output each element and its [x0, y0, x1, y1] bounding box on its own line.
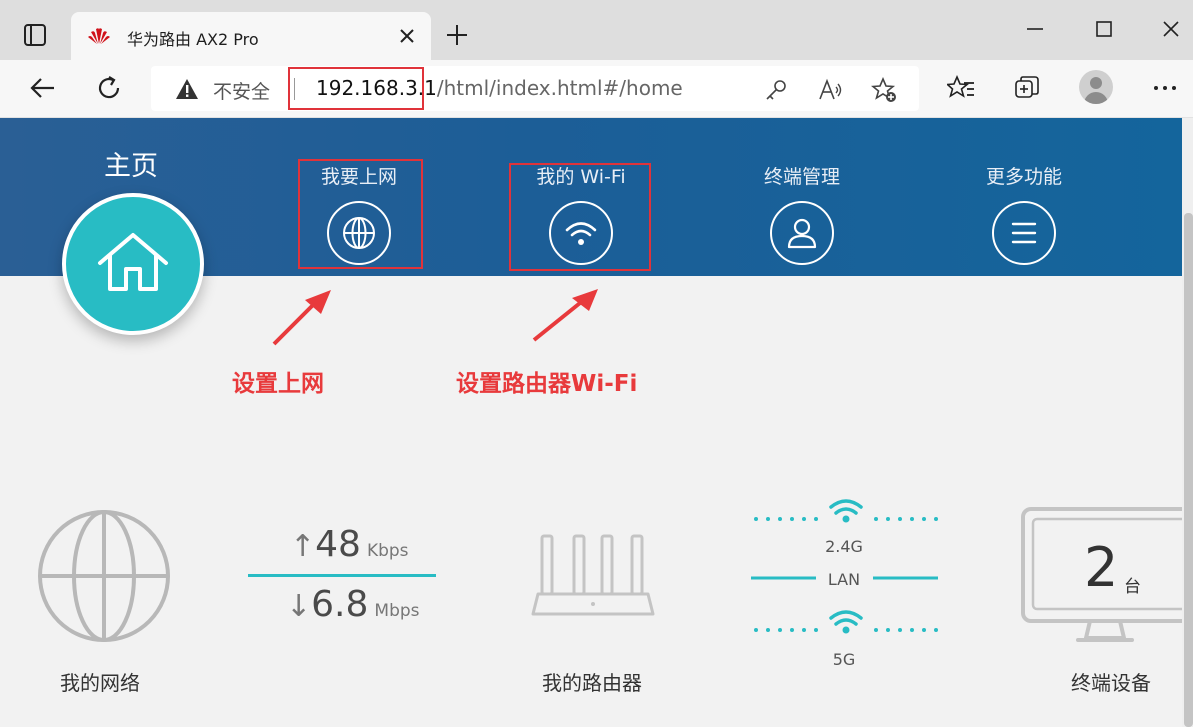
devices-label[interactable]: 终端设备 — [1071, 667, 1151, 696]
download-arrow-icon: ↓ — [286, 589, 312, 624]
band-24g-label: 2.4G — [825, 537, 863, 556]
download-value: 6.8 — [311, 584, 369, 625]
annotation-internet: 设置上网 — [232, 371, 324, 397]
arrow-to-internet — [272, 290, 331, 346]
wifi-24-icon — [829, 499, 863, 515]
my-network-label[interactable]: 我的网络 — [60, 667, 140, 696]
network-globe-icon[interactable] — [35, 509, 175, 645]
device-count: 2 — [1084, 536, 1119, 599]
upload-arrow-icon: ↑ — [290, 529, 316, 564]
band-5g-label: 5G — [832, 650, 856, 669]
arrow-to-wifi — [532, 289, 598, 342]
wifi-5g-icon — [829, 610, 863, 626]
upload-value: 48 — [315, 524, 361, 565]
device-unit: 台 — [1124, 577, 1141, 597]
annotation-wifi: 设置路由器Wi-Fi — [456, 371, 638, 397]
download-unit: Mbps — [374, 601, 420, 621]
router-icon[interactable] — [530, 532, 656, 618]
download-speed: ↓6.8 Mbps — [286, 584, 420, 625]
band-lan-label: LAN — [827, 570, 861, 589]
upload-unit: Kbps — [366, 541, 409, 561]
upload-speed: ↑48 Kbps — [290, 524, 409, 565]
my-router-label[interactable]: 我的路由器 — [542, 667, 642, 696]
speed-divider — [248, 574, 436, 577]
